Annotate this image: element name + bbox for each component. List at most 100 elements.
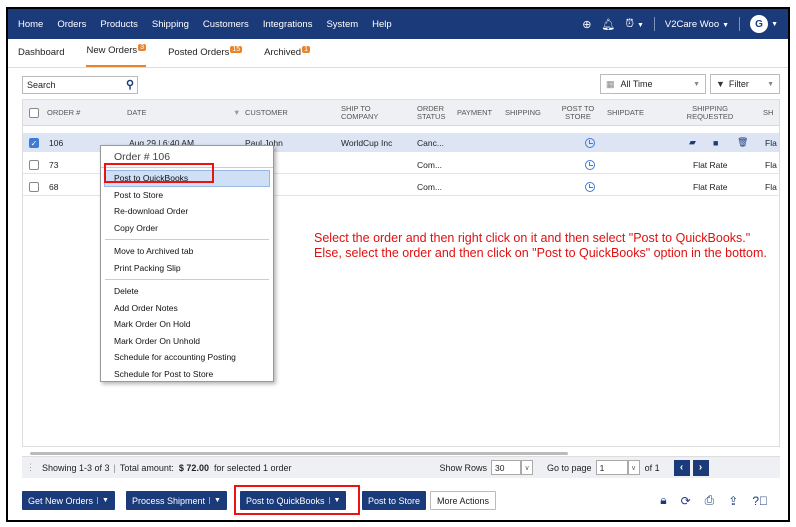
menu-schedule-post-to-store[interactable]: Schedule for Post to Store bbox=[101, 366, 273, 383]
alarm-clock-icon[interactable]: ⏰︎ ▼ bbox=[625, 18, 644, 31]
date-range-value: All Time bbox=[620, 79, 653, 89]
drag-handle-icon[interactable]: ⋮ bbox=[26, 462, 35, 473]
nav-customers[interactable]: Customers bbox=[203, 19, 249, 30]
search-input[interactable]: Search ⚲ bbox=[22, 76, 138, 94]
col-shipdate[interactable]: SHIPDATE bbox=[607, 100, 644, 126]
archive-icon[interactable]: ■ bbox=[713, 133, 718, 152]
tab-dashboard[interactable]: Dashboard bbox=[18, 47, 64, 67]
col-date[interactable]: DATE bbox=[127, 100, 146, 126]
total-label: Total amount: bbox=[119, 462, 174, 473]
cell-shipping-requested: Flat Rate bbox=[693, 159, 728, 170]
highlight-menu-item bbox=[104, 163, 214, 183]
menu-divider bbox=[105, 239, 269, 240]
account-menu[interactable]: V2Care Woo ▼ bbox=[665, 19, 729, 30]
goto-page-label: Go to page bbox=[547, 462, 592, 473]
order-subtabs: Dashboard New Orders 3 Posted Orders 15 Ar… bbox=[8, 39, 788, 68]
folder-icon[interactable]: ▰ bbox=[689, 133, 696, 152]
instruction-text: Select the order and then right click on… bbox=[314, 231, 767, 261]
plus-circle-icon[interactable]: ⊕ bbox=[582, 18, 591, 31]
account-name: V2Care Woo bbox=[664, 18, 720, 30]
total-amount: $ 72.00 bbox=[178, 462, 209, 473]
menu-post-to-store[interactable]: Post to Store bbox=[101, 187, 273, 204]
tab-new-orders[interactable]: New Orders 3 bbox=[86, 44, 147, 67]
prev-page-button[interactable]: ‹ bbox=[673, 459, 690, 476]
page-value: 1 bbox=[599, 462, 605, 473]
filter-button[interactable]: ▼ Filter ▼ bbox=[710, 74, 780, 94]
col-ship-to[interactable]: SHIP TO COMPANY bbox=[341, 100, 401, 126]
avatar-menu[interactable]: G ▼ bbox=[750, 15, 778, 33]
status-bar: ⋮ Showing 1-3 of 3 | Total amount: $ 72.… bbox=[22, 456, 780, 478]
chevron-down-icon[interactable]: ∨ bbox=[627, 460, 640, 475]
nav-right-tools: ⊕ 🔔︎ ⏰︎ ▼ V2Care Woo ▼ G ▼ bbox=[582, 9, 778, 39]
more-actions-button[interactable]: More Actions bbox=[430, 491, 497, 510]
tab-posted-orders[interactable]: Posted Orders 15 bbox=[168, 46, 243, 67]
tab-archived[interactable]: Archived 1 bbox=[264, 46, 310, 67]
rows-per-page-select[interactable]: 30 bbox=[491, 460, 522, 475]
trash-icon[interactable]: 🗑︎ bbox=[737, 133, 748, 152]
menu-add-order-notes[interactable]: Add Order Notes bbox=[101, 300, 273, 317]
tab-label: Archived bbox=[264, 47, 302, 58]
search-icon[interactable]: ⚲ bbox=[126, 78, 134, 91]
get-new-orders-button[interactable]: Get New Orders ▼ bbox=[22, 491, 115, 510]
button-label: Post to Store bbox=[368, 495, 421, 506]
search-value: Search bbox=[27, 80, 56, 90]
nav-help[interactable]: Help bbox=[372, 19, 392, 30]
next-page-button[interactable]: › bbox=[692, 459, 709, 476]
menu-delete[interactable]: Delete bbox=[101, 283, 273, 300]
avatar: G bbox=[750, 15, 769, 33]
nav-system[interactable]: System bbox=[326, 19, 358, 30]
sync-icon[interactable]: ⟳ bbox=[681, 494, 691, 508]
col-payment[interactable]: PAYMENT bbox=[457, 100, 492, 126]
menu-move-archived[interactable]: Move to Archived tab bbox=[101, 243, 273, 260]
menu-mark-on-hold[interactable]: Mark Order On Hold bbox=[101, 316, 273, 333]
date-range-select[interactable]: ▦ All Time ▼ bbox=[600, 74, 706, 94]
schedule-icon[interactable] bbox=[585, 177, 595, 196]
menu-schedule-accounting[interactable]: Schedule for accounting Posting bbox=[101, 349, 273, 366]
menu-copy-order[interactable]: Copy Order bbox=[101, 220, 273, 237]
col-shipping-requested[interactable]: SHIPPING REQUESTED bbox=[679, 100, 741, 126]
print-icon[interactable]: ⎙ bbox=[705, 493, 715, 508]
col-sh-cut[interactable]: SH bbox=[763, 100, 773, 126]
col-customer[interactable]: CUSTOMER bbox=[245, 100, 288, 126]
cell-sh-cut: Fla bbox=[765, 181, 777, 192]
showing-count: Showing 1-3 of 3 bbox=[42, 462, 110, 473]
nav-products[interactable]: Products bbox=[100, 19, 138, 30]
post-to-store-button[interactable]: Post to Store bbox=[362, 491, 427, 510]
col-order[interactable]: ORDER # bbox=[47, 100, 80, 126]
select-all-checkbox[interactable] bbox=[29, 100, 39, 126]
horizontal-scrollbar[interactable] bbox=[30, 452, 568, 455]
schedule-icon[interactable] bbox=[585, 155, 595, 174]
instruction-line-1: Select the order and then right click on… bbox=[314, 231, 751, 245]
chevron-down-icon[interactable]: ∨ bbox=[521, 460, 534, 475]
highlight-bottom-button bbox=[234, 485, 360, 515]
nav-shipping[interactable]: Shipping bbox=[152, 19, 189, 30]
menu-redownload-order[interactable]: Re-download Order bbox=[101, 203, 273, 220]
nav-orders[interactable]: Orders bbox=[57, 19, 86, 30]
export-icon[interactable]: ⇪ bbox=[728, 494, 738, 508]
schedule-icon[interactable] bbox=[585, 133, 595, 152]
cell-status: Com... bbox=[417, 159, 443, 170]
help-icon[interactable]: ?⃝ bbox=[752, 494, 768, 508]
cell-order: 73 bbox=[49, 159, 59, 170]
col-post-to-store[interactable]: POST TO STORE bbox=[557, 100, 599, 126]
cell-shipping-requested: Flat Rate bbox=[693, 181, 728, 192]
row-checkbox[interactable]: ✓ bbox=[29, 133, 39, 152]
menu-print-packing-slip[interactable]: Print Packing Slip bbox=[101, 260, 273, 277]
row-checkbox[interactable] bbox=[29, 177, 39, 196]
table-header: ORDER # DATE ▼ CUSTOMER SHIP TO COMPANY … bbox=[23, 100, 779, 126]
row-checkbox[interactable] bbox=[29, 155, 39, 174]
process-shipment-button[interactable]: Process Shipment ▼ bbox=[126, 491, 227, 510]
nav-integrations[interactable]: Integrations bbox=[263, 19, 313, 30]
cell-order: 106 bbox=[49, 137, 64, 148]
nav-home[interactable]: Home bbox=[18, 19, 43, 30]
button-label: More Actions bbox=[437, 495, 490, 506]
bell-icon[interactable]: 🔔︎ bbox=[601, 18, 615, 31]
col-order-status[interactable]: ORDER STATUS bbox=[417, 100, 455, 126]
lock-icon[interactable]: 🔒︎ bbox=[660, 493, 666, 508]
col-shipping[interactable]: SHIPPING bbox=[505, 100, 541, 126]
menu-mark-on-unhold[interactable]: Mark Order On Unhold bbox=[101, 333, 273, 350]
page-number-input[interactable]: 1 bbox=[595, 460, 628, 475]
count-badge: 1 bbox=[302, 46, 310, 53]
sort-down-icon: ▼ bbox=[233, 108, 241, 117]
page-total: of 1 bbox=[644, 462, 660, 473]
